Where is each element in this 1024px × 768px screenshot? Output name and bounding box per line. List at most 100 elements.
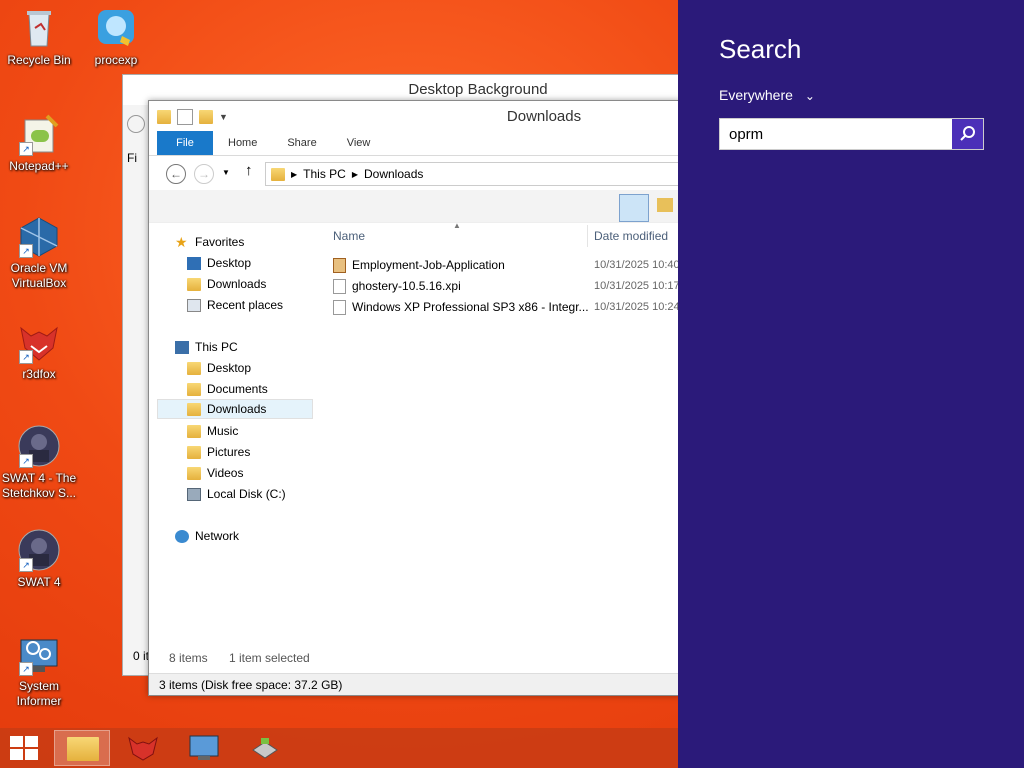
nav-network[interactable]: Network — [175, 526, 239, 546]
file-date: 10/31/2025 10:40 — [594, 259, 680, 271]
desktop-icon-label: SWAT 4 - The Stetchkov S... — [1, 471, 77, 500]
nav-label: Videos — [207, 466, 244, 480]
desktop-icon-label: SWAT 4 — [17, 575, 61, 589]
breadcrumb-current[interactable]: Downloads — [364, 167, 423, 181]
search-charm-panel: Search Everywhere ⌄ — [678, 0, 1024, 768]
desktop-icon-label: r3dfox — [22, 367, 56, 381]
search-box — [719, 118, 984, 150]
desktop-icon-notepad-plus-plus[interactable]: ↗ Notepad++ — [1, 112, 77, 174]
nav-item-recent-places[interactable]: Recent places — [187, 295, 283, 315]
start-button[interactable] — [10, 736, 38, 760]
nav-favorites[interactable]: ★ Favorites — [175, 232, 244, 252]
desktop-icon-virtualbox[interactable]: ↗ Oracle VM VirtualBox — [1, 214, 77, 291]
explorer-titlebar: ▼ Downloads — [149, 101, 679, 131]
drive-icon — [252, 738, 278, 759]
taskbar-control-panel[interactable] — [176, 730, 232, 766]
address-bar[interactable]: ▶ This PC ▶ Downloads — [265, 162, 687, 186]
column-divider[interactable] — [587, 225, 588, 247]
nav-pc-music[interactable]: Music — [187, 421, 238, 441]
file-row[interactable]: Windows XP Professional SP3 x86 - Integr… — [333, 297, 589, 317]
nav-pc-pictures[interactable]: Pictures — [187, 442, 250, 462]
window-title: Downloads — [506, 108, 582, 125]
blank-file-icon — [333, 278, 346, 294]
status-selected: 1 item selected — [229, 651, 310, 665]
desktop-icon-label: System Informer — [16, 679, 62, 708]
disc-image-icon — [333, 299, 346, 315]
network-icon — [175, 529, 189, 543]
r3dfox-icon: ↗ — [17, 320, 61, 364]
downloads-folder-icon — [187, 277, 201, 291]
forward-button[interactable]: → — [194, 164, 214, 184]
nav-item-downloads[interactable]: Downloads — [187, 274, 266, 294]
nav-this-pc[interactable]: This PC — [175, 337, 238, 357]
tab-share[interactable]: Share — [272, 131, 331, 155]
desktop-icon-procexp[interactable]: procexp — [78, 6, 154, 68]
taskbar — [0, 728, 678, 768]
desktop-icon-recycle-bin[interactable]: Recycle Bin — [1, 6, 77, 68]
preview-pane-button[interactable] — [619, 194, 649, 222]
nav-label: Downloads — [207, 402, 267, 416]
recent-places-icon — [187, 298, 201, 312]
disk-status-bar: 3 items (Disk free space: 37.2 GB) — [149, 673, 679, 695]
taskbar-r3dfox[interactable] — [115, 730, 171, 766]
window-status: 0 it — [133, 649, 150, 663]
nav-pc-local-disk[interactable]: Local Disk (C:) — [187, 484, 286, 504]
nav-pc-videos[interactable]: Videos — [187, 463, 243, 483]
file-name: Employment-Job-Application — [352, 258, 505, 272]
file-row[interactable]: ghostery-10.5.16.xpi — [333, 276, 461, 296]
taskbar-drive-app[interactable] — [237, 730, 293, 766]
chevron-right-icon: ▶ — [351, 169, 358, 179]
desktop-icon-r3dfox[interactable]: ↗ r3dfox — [1, 320, 77, 382]
sort-ascending-icon: ▲ — [453, 221, 461, 230]
explorer-window[interactable]: ▼ Downloads File Home Share View ← → ▼ ↑… — [148, 100, 687, 696]
nav-pc-documents[interactable]: Documents — [187, 379, 268, 399]
window-left-pane: Fi — [123, 105, 150, 675]
search-scope-dropdown[interactable]: Everywhere ⌄ — [719, 87, 815, 103]
tab-home[interactable]: Home — [213, 131, 272, 155]
up-button[interactable]: ↑ — [245, 162, 253, 179]
procexp-icon — [94, 6, 138, 50]
swat4-expansion-icon: ↗ — [17, 424, 61, 468]
search-scope-label: Everywhere — [719, 87, 793, 103]
computer-icon — [175, 340, 189, 354]
notepad-plus-plus-icon: ↗ — [17, 112, 61, 156]
recent-locations-icon[interactable]: ▼ — [222, 168, 230, 177]
search-input[interactable] — [720, 119, 952, 149]
file-date: 10/31/2025 10:24 — [594, 301, 680, 313]
status-item-count: 8 items — [169, 651, 208, 665]
nav-label: Desktop — [207, 361, 252, 375]
folder-icon — [187, 402, 201, 416]
folder-icon — [187, 466, 201, 480]
desktop-icon-swat4[interactable]: ↗ SWAT 4 — [1, 528, 77, 590]
window-label: Fi — [127, 151, 137, 165]
column-header-date[interactable]: Date modified — [594, 229, 668, 243]
taskbar-file-explorer[interactable] — [54, 730, 110, 766]
folder-options-icon[interactable] — [657, 198, 673, 212]
recycle-bin-icon — [17, 6, 61, 50]
nav-item-desktop[interactable]: Desktop — [187, 253, 251, 273]
desktop-icon-swat4-expansion[interactable]: ↗ SWAT 4 - The Stetchkov S... — [1, 424, 77, 501]
desktop-icon-label: Recycle Bin — [7, 53, 71, 67]
document-icon — [333, 257, 346, 273]
back-button[interactable]: ← — [166, 164, 186, 184]
file-name: Windows XP Professional SP3 x86 - Integr… — [352, 300, 589, 314]
nav-pc-downloads[interactable]: Downloads — [157, 399, 313, 419]
search-button[interactable] — [952, 119, 983, 149]
desktop-icon-system-informer[interactable]: ↗ System Informer — [1, 632, 77, 709]
folder-icon — [187, 382, 201, 396]
file-row[interactable]: Employment-Job-Application — [333, 255, 505, 275]
column-header-name[interactable]: Name — [333, 229, 365, 243]
control-panel-icon — [189, 735, 219, 760]
nav-pc-desktop[interactable]: Desktop — [187, 358, 251, 378]
tab-view[interactable]: View — [332, 131, 386, 155]
breadcrumb-root[interactable]: This PC — [303, 167, 346, 181]
desktop-icon — [187, 256, 201, 270]
file-name: ghostery-10.5.16.xpi — [352, 279, 461, 293]
navigation-pane: ★ Favorites Desktop Downloads Recent pla… — [157, 225, 317, 635]
nav-label: Favorites — [195, 235, 245, 249]
back-icon[interactable] — [127, 115, 145, 133]
tab-file[interactable]: File — [157, 131, 213, 155]
shortcut-arrow-icon: ↗ — [19, 350, 33, 364]
nav-label: Downloads — [207, 277, 267, 291]
desktop-icon-label: Oracle VM VirtualBox — [10, 261, 68, 290]
